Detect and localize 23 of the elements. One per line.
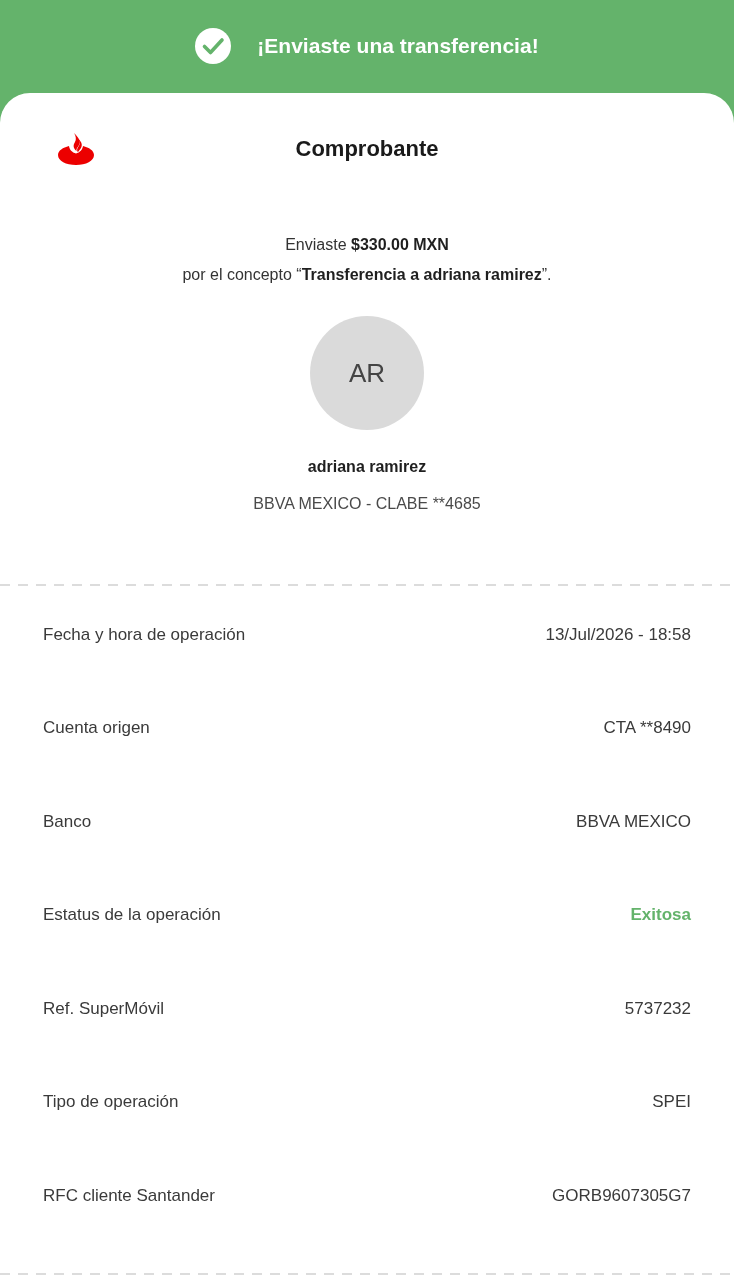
detail-label: Fecha y hora de operación <box>43 624 246 645</box>
detail-label: Estatus de la operación <box>43 905 221 926</box>
summary-text: por el concepto “Transferencia a adriana ramirez”. <box>182 265 552 285</box>
detail-label: Banco <box>43 811 92 832</box>
detail-value: GORB9607305G7 <box>552 1185 691 1206</box>
detail-value: 5737232 <box>624 998 691 1019</box>
check-circle-icon <box>195 28 232 64</box>
banner-title: ¡Enviaste una transferencia! <box>257 34 539 58</box>
detail-value: 13/Jul/2026 - 18:58 <box>545 624 691 645</box>
detail-value: SPEI <box>652 1092 691 1113</box>
detail-value: BBVA MEXICO <box>576 811 691 832</box>
detail-label: Cuenta origen <box>43 718 150 739</box>
detail-label: RFC cliente Santander <box>43 1185 215 1206</box>
summary-text: Enviaste $330.00 MXN <box>285 235 449 255</box>
detail-label: Ref. SuperMóvil <box>43 998 164 1019</box>
flame-logo-icon <box>57 132 95 166</box>
receipt-title: Comprobante <box>295 136 439 162</box>
recipient-name: adriana ramirez <box>307 457 427 477</box>
status-value: Exitosa <box>630 905 691 926</box>
avatar-circle: AR <box>310 316 424 430</box>
detail-label: Tipo de operación <box>43 1092 179 1113</box>
recipient-account: BBVA MEXICO - CLABE **4685 <box>253 494 481 514</box>
detail-value: CTA **8490 <box>603 718 691 739</box>
